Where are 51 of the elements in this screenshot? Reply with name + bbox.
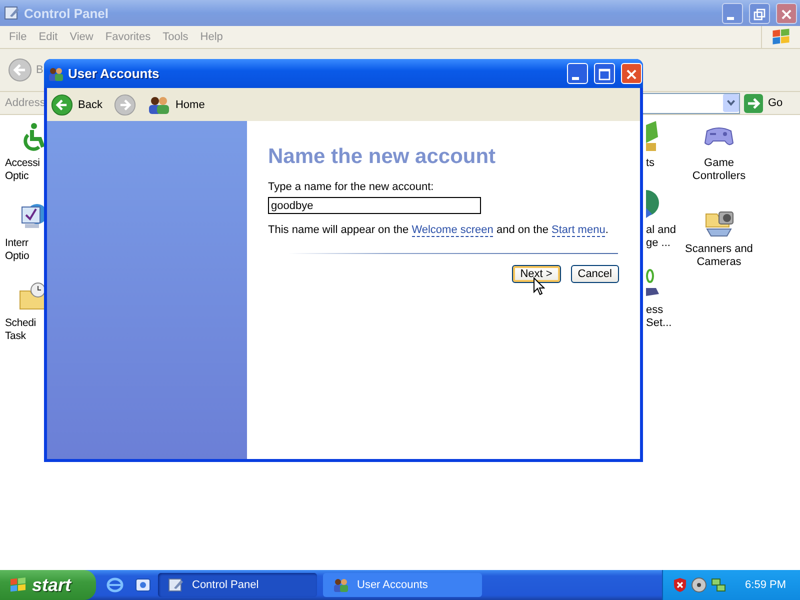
start-button[interactable]: start xyxy=(0,570,96,600)
item-label[interactable]: Interr xyxy=(5,237,28,250)
back-button[interactable]: Back xyxy=(51,94,106,116)
close-button[interactable] xyxy=(776,2,797,24)
go-button[interactable]: Go xyxy=(744,94,794,112)
help-link[interactable]: Start menu xyxy=(552,224,606,237)
help-text: This name will appear on the Welcome screen and on the Start menu. xyxy=(268,224,608,236)
item-label[interactable]: al and xyxy=(646,224,676,237)
browser-icon[interactable] xyxy=(106,576,124,594)
control-panel-item-icon[interactable] xyxy=(646,188,660,220)
maximize-button[interactable] xyxy=(594,63,615,84)
taskbar-button[interactable]: User Accounts xyxy=(323,573,482,597)
users-icon xyxy=(48,66,64,82)
item-label[interactable]: Schedi xyxy=(5,317,36,330)
dialog-button[interactable]: Cancel xyxy=(570,265,619,283)
window-title: Control Panel xyxy=(24,6,109,20)
item-label[interactable]: Optic xyxy=(5,170,29,183)
restore-button[interactable] xyxy=(749,2,770,24)
item-label[interactable]: ess xyxy=(646,304,664,317)
item-label[interactable]: Game xyxy=(704,157,734,170)
minimize-button[interactable] xyxy=(722,2,743,24)
network-icon[interactable] xyxy=(711,577,728,593)
name-input-field[interactable]: goodbye xyxy=(268,197,481,214)
item-label[interactable]: Cameras xyxy=(696,256,742,269)
item-label[interactable]: Scanners and xyxy=(685,243,753,256)
address-label: Address xyxy=(5,97,46,109)
minimize-icon xyxy=(572,77,579,80)
control-panel-icon xyxy=(4,5,20,21)
dialog-button[interactable]: Next > xyxy=(512,265,561,283)
users-icon xyxy=(333,577,349,593)
taskbar-button[interactable]: Control Panel xyxy=(158,573,317,597)
desktop-icon[interactable] xyxy=(134,576,152,594)
users-icon xyxy=(148,94,170,114)
shield-icon[interactable] xyxy=(673,577,688,593)
disc-icon[interactable] xyxy=(691,577,708,593)
item-label[interactable]: Accessi xyxy=(5,157,40,170)
page-heading: Name the new account xyxy=(268,145,496,169)
help-link[interactable]: Welcome screen xyxy=(412,224,494,237)
item-label[interactable]: Optio xyxy=(5,250,30,263)
item-label[interactable]: ge ... xyxy=(646,237,670,250)
clock: 6:59 PM xyxy=(745,579,786,591)
home-button[interactable]: Home xyxy=(148,94,209,114)
minimize-icon xyxy=(727,16,734,20)
item-label[interactable]: Controllers xyxy=(692,170,746,183)
mouse-cursor-icon xyxy=(533,277,545,296)
field-label: Type a name for the new account: xyxy=(268,181,434,193)
control-panel-icon xyxy=(168,577,184,593)
item-label[interactable]: Set... xyxy=(646,317,672,330)
dialog-title: User Accounts xyxy=(68,66,160,81)
item-label[interactable]: Task xyxy=(5,330,26,343)
item-label[interactable]: ts xyxy=(646,157,655,170)
